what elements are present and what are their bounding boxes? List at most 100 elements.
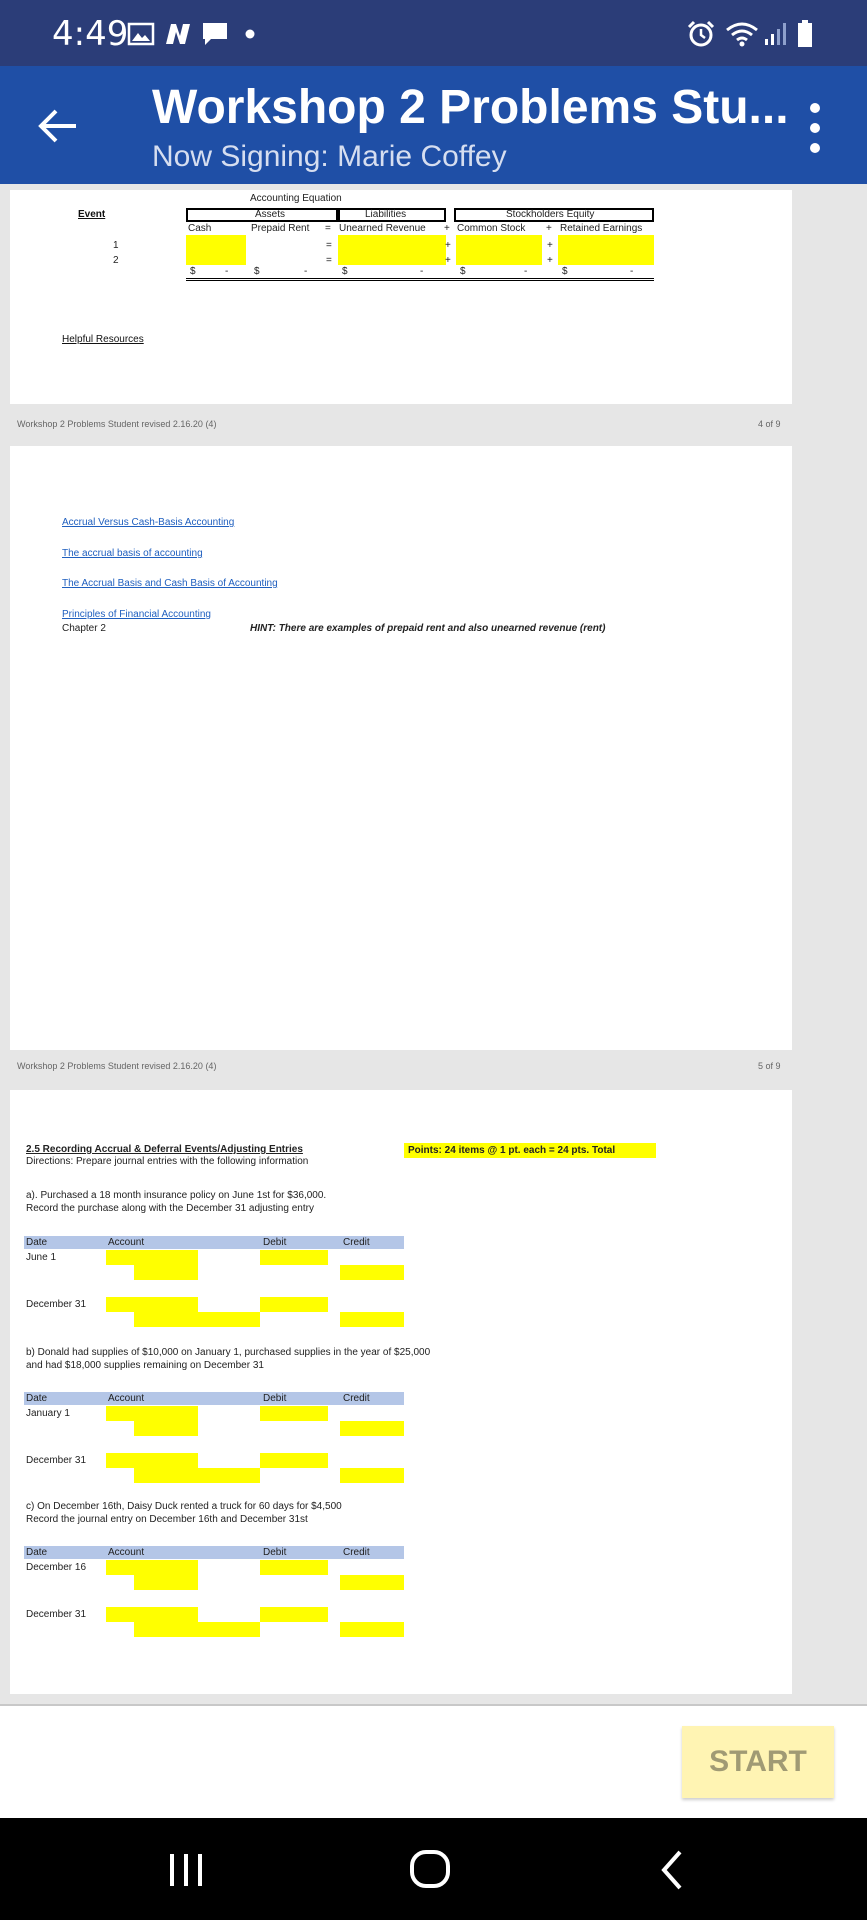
back-nav-icon[interactable] xyxy=(642,1842,702,1898)
op-equals: = xyxy=(325,223,331,234)
wifi-icon xyxy=(724,20,760,48)
journal-b-credit-2[interactable] xyxy=(340,1421,404,1436)
gallery-icon xyxy=(126,20,156,48)
journal-c-credit-4[interactable] xyxy=(340,1622,404,1637)
journal-c-debit-3[interactable] xyxy=(260,1607,328,1622)
unearned-revenue-input-cell[interactable] xyxy=(338,235,446,265)
journal-b-credit-4[interactable] xyxy=(340,1468,404,1483)
problem-b-line1: b) Donald had supplies of $10,000 on Jan… xyxy=(26,1347,431,1358)
n-app-icon xyxy=(162,20,194,48)
recent-apps-icon[interactable] xyxy=(156,1842,216,1898)
battery-icon xyxy=(796,20,814,48)
status-bar: 4:49 xyxy=(0,0,867,66)
journal-c-credit-2[interactable] xyxy=(340,1575,404,1590)
document-viewer[interactable]: Accounting Equation Event Assets Liabili… xyxy=(0,184,867,1704)
total-retained-dash: - xyxy=(630,266,634,277)
journal-c-debit-1[interactable] xyxy=(260,1560,328,1575)
journal-c-account-3[interactable] xyxy=(106,1607,198,1622)
alarm-icon xyxy=(686,20,716,48)
home-icon[interactable] xyxy=(400,1842,460,1898)
status-time: 4:49 xyxy=(52,14,129,54)
problem-b-line2: and had $18,000 supplies remaining on De… xyxy=(26,1360,264,1371)
points-text: Points: 24 items @ 1 pt. each = 24 pts. … xyxy=(408,1145,616,1156)
problem-c-line1: c) On December 16th, Daisy Duck rented a… xyxy=(26,1501,342,1512)
journal-a-account-4[interactable] xyxy=(134,1312,260,1327)
journal-b-date-header: Date xyxy=(26,1393,48,1404)
col-common-stock: Common Stock xyxy=(457,223,526,234)
problem-c-line2: Record the journal entry on December 16t… xyxy=(26,1514,308,1525)
total-cash-dollar: $ xyxy=(190,266,196,277)
journal-a-debit-3[interactable] xyxy=(260,1297,328,1312)
start-button[interactable]: START xyxy=(682,1726,834,1798)
journal-b-account-header: Account xyxy=(108,1393,145,1404)
journal-c-date-header: Date xyxy=(26,1547,48,1558)
liabilities-label: Liabilities xyxy=(365,209,407,220)
journal-b-debit-3[interactable] xyxy=(260,1453,328,1468)
total-prepaid-dash: - xyxy=(304,266,308,277)
journal-a-account-2[interactable] xyxy=(134,1265,198,1280)
journal-a-date-2: December 31 xyxy=(26,1299,87,1310)
back-arrow-icon[interactable] xyxy=(30,98,86,154)
journal-c-credit-header: Credit xyxy=(343,1547,370,1558)
journal-a-account-1[interactable] xyxy=(106,1250,198,1265)
page-6: 2.5 Recording Accrual & Deferral Events/… xyxy=(10,1090,792,1694)
chapter-label: Chapter 2 xyxy=(62,623,106,634)
journal-b-account-3[interactable] xyxy=(106,1453,198,1468)
col-prepaid-rent: Prepaid Rent xyxy=(251,223,310,234)
journal-b-debit-1[interactable] xyxy=(260,1406,328,1421)
event-1: 1 xyxy=(113,240,119,251)
journal-c-account-1[interactable] xyxy=(106,1560,198,1575)
journal-a-credit-header: Credit xyxy=(343,1237,370,1248)
page-5: Accrual Versus Cash-Basis Accounting The… xyxy=(10,446,792,1050)
link-principles-financial-accounting[interactable]: Principles of Financial Accounting xyxy=(62,609,211,620)
journal-a-credit-4[interactable] xyxy=(340,1312,404,1327)
page-5-number: 5 of 9 xyxy=(758,1061,781,1071)
col-unearned-revenue: Unearned Revenue xyxy=(339,223,426,234)
journal-c-date-2: December 31 xyxy=(26,1609,87,1620)
document-title: Workshop 2 Problems Stu... xyxy=(152,81,789,134)
journal-b-date-1: January 1 xyxy=(26,1408,70,1419)
event-2: 2 xyxy=(113,255,119,266)
problem-a-line2: Record the purchase along with the Decem… xyxy=(26,1203,314,1214)
signal-icon xyxy=(762,20,790,48)
hint-text: HINT: There are examples of prepaid rent… xyxy=(250,623,606,634)
cash-input-cell[interactable] xyxy=(186,235,246,265)
notification-dot-icon xyxy=(244,20,256,48)
helpful-resources-heading: Helpful Resources xyxy=(62,334,144,345)
total-prepaid-dollar: $ xyxy=(254,266,260,277)
event-label: Event xyxy=(78,209,106,220)
assets-label: Assets xyxy=(255,209,286,220)
journal-b-account-4[interactable] xyxy=(134,1468,260,1483)
journal-a-date-header: Date xyxy=(26,1237,48,1248)
journal-c-date-1: December 16 xyxy=(26,1562,87,1573)
journal-c-account-header: Account xyxy=(108,1547,145,1558)
journal-c-account-4[interactable] xyxy=(134,1622,260,1637)
journal-a-debit-1[interactable] xyxy=(260,1250,328,1265)
link-accrual-basis[interactable]: The accrual basis of accounting xyxy=(62,548,203,559)
journal-c-account-2[interactable] xyxy=(134,1575,198,1590)
op-plus-2: + xyxy=(546,223,552,234)
link-accrual-and-cash-basis[interactable]: The Accrual Basis and Cash Basis of Acco… xyxy=(62,578,278,589)
common-stock-input-cell[interactable] xyxy=(456,235,542,265)
journal-b-account-1[interactable] xyxy=(106,1406,198,1421)
message-icon xyxy=(200,20,230,48)
page-5-footer: Workshop 2 Problems Student revised 2.16… xyxy=(0,1054,867,1078)
journal-b-credit-header: Credit xyxy=(343,1393,370,1404)
page-4-number: 4 of 9 xyxy=(758,419,781,429)
op-plus-1: + xyxy=(444,223,450,234)
equity-label: Stockholders Equity xyxy=(506,209,595,220)
journal-b-debit-header: Debit xyxy=(263,1393,287,1404)
link-accrual-vs-cash[interactable]: Accrual Versus Cash-Basis Accounting xyxy=(62,517,234,528)
total-unearned-dash: - xyxy=(420,266,424,277)
col-cash: Cash xyxy=(188,223,212,234)
journal-b-account-2[interactable] xyxy=(134,1421,198,1436)
journal-a-credit-2[interactable] xyxy=(340,1265,404,1280)
retained-earnings-input-cell[interactable] xyxy=(558,235,654,265)
problem-a-line1: a). Purchased a 18 month insurance polic… xyxy=(26,1190,327,1201)
journal-a-debit-header: Debit xyxy=(263,1237,287,1248)
journal-a-account-3[interactable] xyxy=(106,1297,198,1312)
more-options-icon[interactable] xyxy=(800,98,830,158)
journal-c-debit-header: Debit xyxy=(263,1547,287,1558)
total-cash-dash: - xyxy=(225,266,229,277)
system-nav-bar xyxy=(0,1818,867,1920)
